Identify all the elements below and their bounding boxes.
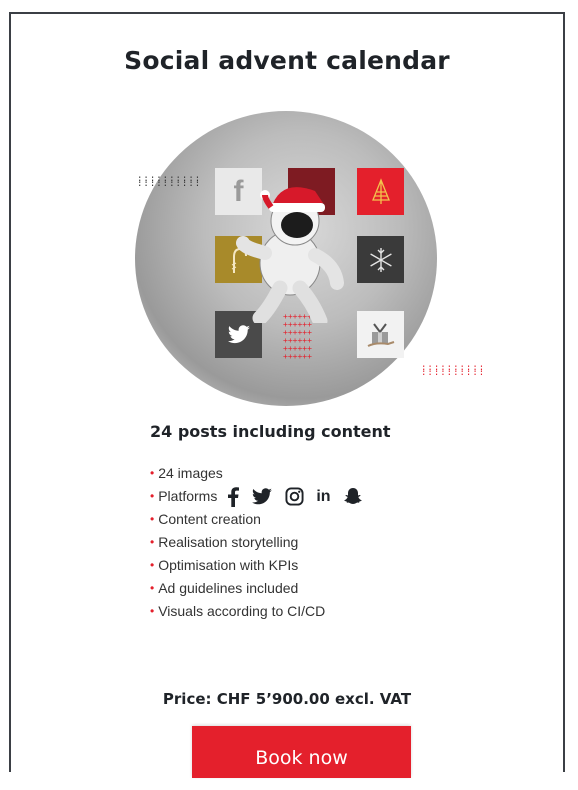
tree-icon bbox=[371, 177, 390, 204]
platform-icons: in bbox=[227, 485, 362, 508]
dots-decoration-left: :::::::::::::::::::: bbox=[137, 174, 202, 189]
bullet: • bbox=[150, 489, 155, 503]
product-card: Social advent calendar :::::::::::::::::… bbox=[9, 12, 565, 778]
bullet: • bbox=[150, 535, 155, 549]
snowflake-icon bbox=[369, 247, 392, 272]
feature-text: Visuals according to CI/CD bbox=[158, 603, 326, 619]
card-title: Social advent calendar bbox=[124, 46, 450, 75]
tree-tile bbox=[357, 168, 404, 215]
feature-text: Platforms bbox=[158, 488, 218, 504]
list-item: • Content creation bbox=[150, 508, 363, 531]
snowflake-tile bbox=[357, 236, 404, 283]
facebook-icon bbox=[227, 486, 240, 507]
list-item: • Optimisation with KPIs bbox=[150, 554, 363, 577]
list-item: • Realisation storytelling bbox=[150, 531, 363, 554]
feature-text: Content creation bbox=[158, 511, 261, 527]
instagram-icon bbox=[285, 487, 304, 506]
feature-text: Realisation storytelling bbox=[158, 534, 299, 550]
hero-illustration: :::::::::::::::::::: :::::::::::::::::::… bbox=[135, 111, 484, 406]
gift-icon bbox=[367, 322, 394, 347]
linkedin-icon: in bbox=[316, 488, 331, 505]
snapchat-icon bbox=[343, 487, 363, 506]
price-label: Price: CHF 5’900.00 excl. VAT bbox=[162, 690, 412, 708]
list-item: • Visuals according to CI/CD bbox=[150, 600, 363, 623]
list-item: • Platforms in bbox=[150, 485, 363, 508]
list-item: • 24 images bbox=[150, 462, 363, 485]
bullet: • bbox=[150, 512, 155, 526]
bullet: • bbox=[150, 466, 155, 480]
bullet: • bbox=[150, 558, 155, 572]
feature-list: • 24 images • Platforms in • Content creati… bbox=[150, 462, 363, 623]
dots-decoration-right: :::::::::::::::::::: bbox=[421, 363, 486, 378]
astronaut-illustration bbox=[236, 187, 344, 323]
book-now-button[interactable]: Book now bbox=[192, 726, 411, 778]
section-heading: 24 posts including content bbox=[150, 422, 391, 441]
feature-text: Optimisation with KPIs bbox=[158, 557, 299, 573]
gift-tile bbox=[357, 311, 404, 358]
feature-text: Ad guidelines included bbox=[158, 580, 299, 596]
bullet: • bbox=[150, 581, 155, 595]
svg-text:++++++: ++++++ bbox=[283, 352, 312, 361]
bullet: • bbox=[150, 604, 155, 618]
twitter-icon bbox=[251, 487, 273, 506]
feature-text: 24 images bbox=[158, 465, 223, 481]
twitter-bird-icon bbox=[227, 324, 250, 343]
list-item: • Ad guidelines included bbox=[150, 577, 363, 600]
